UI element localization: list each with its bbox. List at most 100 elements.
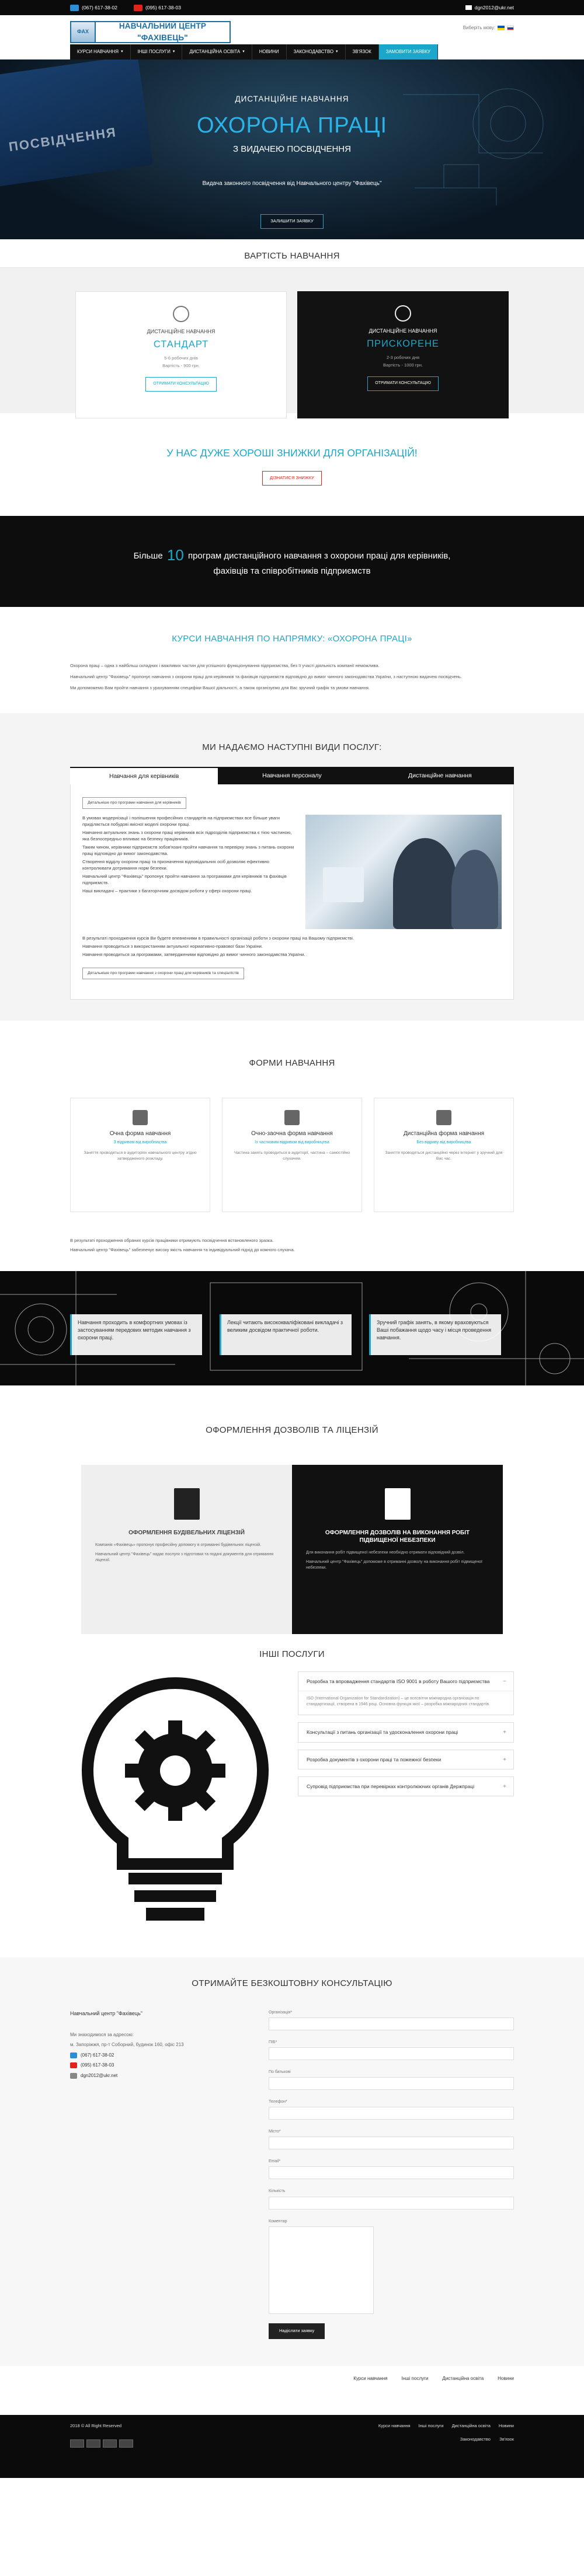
nav-other-services[interactable]: ІНШІ ПОСЛУГИ ▾ bbox=[130, 44, 183, 60]
email-link[interactable]: dgn2012@ukr.net bbox=[465, 4, 514, 11]
email-input[interactable] bbox=[269, 2166, 514, 2180]
courses-section: КУРСИ НАВЧАННЯ ПО НАПРЯМКУ: «ОХОРОНА ПРА… bbox=[0, 607, 584, 714]
city-input[interactable] bbox=[269, 2137, 514, 2150]
consult-button[interactable]: ОТРИМАТИ КОНСУЛЬТАЦІЮ bbox=[145, 377, 217, 392]
main-nav: КУРСИ НАВЧАННЯ ▾ ІНШІ ПОСЛУГИ ▾ ДИСТАНЦІЙН… bbox=[70, 44, 514, 60]
forms-note: В результаті проходження обраних курсів … bbox=[70, 1238, 514, 1254]
services-accordion: Розробка та впровадження стандартів ISO … bbox=[298, 1671, 514, 1934]
accordion-body: ISO (International Organization for Stan… bbox=[298, 1691, 513, 1715]
site-header: ФАХ НАВЧАЛЬНИЙ ЦЕНТР "ФАХІВЕЦЬ" Виберіть… bbox=[0, 15, 584, 60]
phone-input[interactable] bbox=[269, 2107, 514, 2120]
tab-text: В умовах модернізації і поліпшення профе… bbox=[82, 815, 296, 929]
flag-ru-icon[interactable] bbox=[507, 25, 514, 30]
counter-badge-icon[interactable] bbox=[86, 2439, 100, 2448]
hero-cta-button[interactable]: ЗАЛИШИТИ ЗАЯВКУ bbox=[260, 214, 324, 229]
form-card-title: Дистанційна форма навчання bbox=[403, 1130, 485, 1137]
discount-button[interactable]: ДІЗНАТИСЯ ЗНИЖКУ bbox=[262, 471, 322, 486]
price-card-standard: ДИСТАНЦІЙНЕ НАВЧАННЯ СТАНДАРТ 5-6 робочи… bbox=[75, 291, 287, 418]
permit-box-hazard: ОФОРМЛЕННЯ ДОЗВОЛІВ НА ВИКОНАННЯ РОБІТ П… bbox=[292, 1465, 503, 1635]
contact-phone2[interactable]: (095) 617-38-03 bbox=[70, 2062, 245, 2069]
discount-text: У НАС ДУЖЕ ХОРОШІ ЗНИЖКИ ДЛЯ ОРГАНІЗАЦІЙ… bbox=[166, 446, 418, 459]
programs-after: програм дистанційного навчання з охорони… bbox=[187, 551, 451, 561]
organization-input[interactable] bbox=[269, 2017, 514, 2030]
consult-button[interactable]: ОТРИМАТИ КОНСУЛЬТАЦІЮ bbox=[367, 376, 439, 391]
address-text: м. Запоріжжя, пр-т Соборний, будинок 160… bbox=[70, 2042, 184, 2048]
footer-nav-link[interactable]: Новини bbox=[498, 2375, 514, 2382]
hero-description: Видача законного посвідчення від Навчаль… bbox=[202, 180, 382, 187]
price-card-fast: ДИСТАНЦІЙНЕ НАВЧАННЯ ПРИСКОРЕНЕ 2-3 робо… bbox=[297, 291, 509, 418]
patronymic-input[interactable] bbox=[269, 2076, 514, 2090]
tab-paragraph: Навчання проводиться за програмами, затв… bbox=[82, 951, 305, 957]
courses-paragraph: Охорона праці – одна з найбільш складних… bbox=[70, 662, 380, 668]
form-card-distance: Дистанційна форма навчання Без відриву в… bbox=[374, 1097, 514, 1212]
counter-badge-icon[interactable] bbox=[70, 2439, 84, 2448]
org-name: Навчальний центр "Фахівець" bbox=[70, 2010, 142, 2016]
nav-label: ЗВ'ЯЗОК bbox=[352, 49, 371, 55]
footer-nav-link[interactable]: Інші послуги bbox=[402, 2375, 429, 2382]
certificate-doc-icon bbox=[173, 1488, 200, 1520]
footer-menu-link[interactable]: Новини bbox=[499, 2423, 514, 2434]
nav-distance[interactable]: ДИСТАНЦІЙНА ОСВІТА ▾ bbox=[182, 44, 252, 60]
chevron-down-icon: ▾ bbox=[336, 49, 338, 54]
nav-contact[interactable]: ЗВ'ЯЗОК bbox=[345, 44, 379, 60]
price-card-name: СТАНДАРТ bbox=[153, 338, 209, 350]
contact-phone1[interactable]: (067) 617-38-02 bbox=[70, 2052, 245, 2059]
footer-menu-link[interactable]: Дистанційна освіта bbox=[452, 2423, 491, 2434]
contact-info: Навчальний центр "Фахівець" Ми знаходимо… bbox=[70, 2010, 245, 2339]
counter-badges bbox=[70, 2439, 133, 2448]
submit-button[interactable]: Надіслати заявку bbox=[269, 2323, 325, 2339]
field-label: Телефон* bbox=[269, 2099, 287, 2104]
site-logo[interactable]: ФАХ НАВЧАЛЬНИЙ ЦЕНТР "ФАХІВЕЦЬ" bbox=[70, 21, 231, 43]
permit-box-text: Навчальний центр "Фахівець" допоможе в о… bbox=[306, 1560, 482, 1570]
nav-news[interactable]: НОВИНИ bbox=[252, 44, 287, 60]
name-input[interactable] bbox=[269, 2047, 514, 2060]
phone-vodafone[interactable]: (095) 617-38-03 bbox=[133, 4, 181, 11]
plus-icon: + bbox=[503, 1756, 506, 1763]
consult-form: Організація* ПІБ* По батькові Телефон* М… bbox=[269, 2010, 514, 2339]
tab-staff[interactable]: Навчання персоналу bbox=[218, 767, 366, 784]
field-label: ПІБ* bbox=[269, 2040, 277, 2044]
group-icon bbox=[133, 1109, 148, 1125]
prices-title: ВАРТІСТЬ НАВЧАННЯ bbox=[244, 251, 340, 261]
form-card-title: Очна форма навчання bbox=[109, 1130, 171, 1137]
nav-label: ДИСТАНЦІЙНА ОСВІТА bbox=[189, 49, 241, 55]
footer-menu-link[interactable]: Інші послуги bbox=[419, 2423, 444, 2434]
footer-menu-link[interactable]: Законодавство bbox=[452, 2437, 491, 2448]
documents-icon bbox=[284, 1109, 300, 1125]
accordion-item[interactable]: Супровід підприємства при перевірках кон… bbox=[298, 1776, 514, 1797]
nav-legislation[interactable]: ЗАКОНОДАВСТВО ▾ bbox=[286, 44, 346, 60]
other-services-section: ІНШІ ПОСЛУГИ Розробка та впровадження ст… bbox=[0, 1646, 584, 1957]
price-card-label: ДИСТАНЦІЙНЕ НАВЧАННЯ bbox=[147, 328, 215, 334]
permits-title: ОФОРМЛЕННЯ ДОЗВОЛІВ ТА ЛІЦЕНЗІЙ bbox=[206, 1425, 378, 1436]
accordion-item[interactable]: Консультації з питань організації та удо… bbox=[298, 1722, 514, 1743]
programs-details-link[interactable]: Детальніше про програми навчання для кер… bbox=[82, 797, 186, 809]
vodafone-icon bbox=[133, 4, 142, 11]
monitor-icon bbox=[436, 1109, 451, 1125]
tab-distance[interactable]: Дистанційне навчання bbox=[366, 767, 514, 784]
flag-ua-icon[interactable] bbox=[498, 25, 505, 30]
phone-number: (067) 617-38-02 bbox=[81, 2052, 114, 2058]
price-card-days: 2-3 робочих дня bbox=[386, 354, 420, 360]
accordion-item[interactable]: Розробка документів з охорони праці та п… bbox=[298, 1749, 514, 1770]
stopwatch-icon bbox=[395, 305, 411, 322]
phone-kyivstar[interactable]: (067) 617-38-02 bbox=[70, 4, 117, 11]
footer-nav-link[interactable]: Дистанційна освіта bbox=[442, 2375, 484, 2382]
accordion-item[interactable]: Розробка та впровадження стандартів ISO … bbox=[298, 1671, 514, 1716]
nav-courses[interactable]: КУРСИ НАВЧАННЯ ▾ bbox=[70, 44, 131, 60]
logo-mark: ФАХ bbox=[77, 29, 89, 35]
quantity-input[interactable] bbox=[269, 2196, 514, 2210]
footer-menu-link[interactable]: Зв'язок bbox=[499, 2437, 514, 2448]
tab-paragraph: Навчання проводиться з використанням акт… bbox=[82, 943, 263, 949]
nav-order[interactable]: ЗАМОВИТИ ЗАЯВКУ bbox=[378, 44, 438, 60]
form-card-text: Заняття проводяться дистанційно через ін… bbox=[385, 1151, 503, 1161]
counter-badge-icon[interactable] bbox=[119, 2439, 133, 2448]
field-label: Організація* bbox=[269, 2010, 293, 2015]
comment-textarea[interactable] bbox=[269, 2226, 374, 2314]
tab-managers[interactable]: Навчання для керівників bbox=[70, 767, 218, 785]
footer-nav-link[interactable]: Курси навчання bbox=[353, 2375, 387, 2382]
counter-badge-icon[interactable] bbox=[103, 2439, 117, 2448]
contact-email[interactable]: dgn2012@ukr.net bbox=[70, 2072, 245, 2079]
permits-section: ОФОРМЛЕННЯ ДОЗВОЛІВ ТА ЛІЦЕНЗІЙ ОФОРМЛЕН… bbox=[0, 1385, 584, 1646]
programs-details-link[interactable]: Детальніше про програми навчання з охоро… bbox=[82, 967, 244, 979]
footer-menu-link[interactable]: Курси навчання bbox=[378, 2423, 411, 2434]
